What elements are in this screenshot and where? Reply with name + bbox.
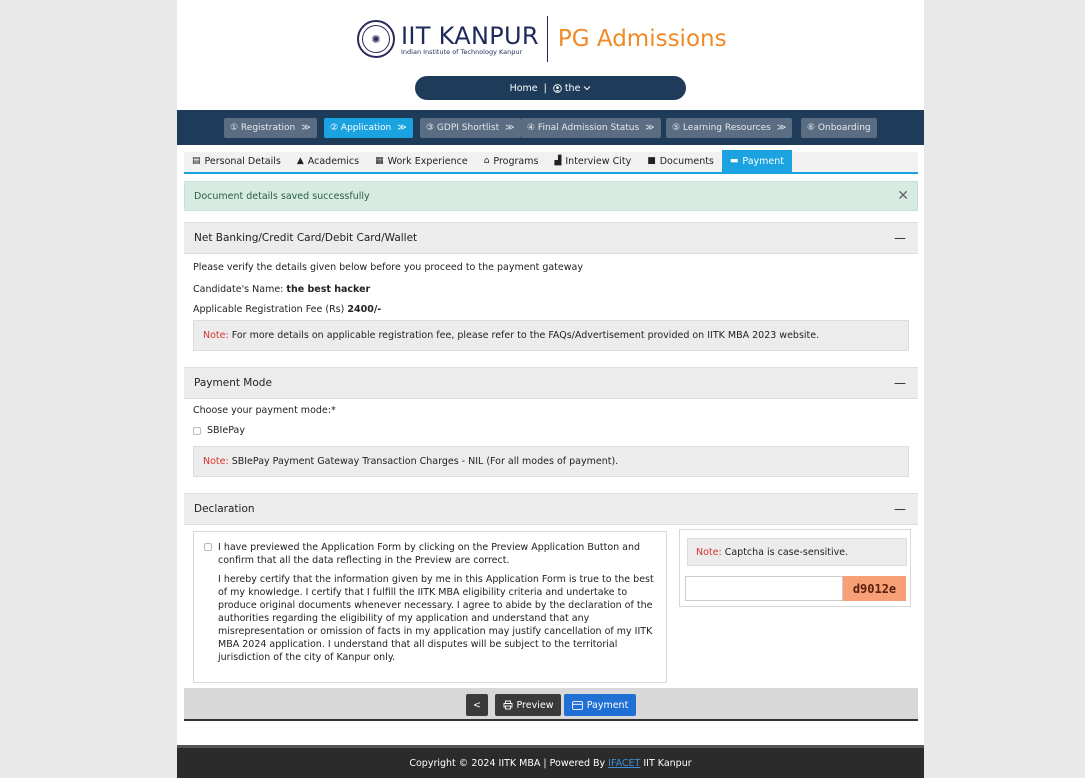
note-text: Captcha is case-sensitive.: [724, 546, 849, 558]
fee-note: Note: For more details on applicable reg…: [193, 320, 909, 351]
step-final-admission-status[interactable]: ④ Final Admission Status ≫: [521, 118, 661, 138]
user-menu[interactable]: the: [553, 83, 592, 94]
briefcase-icon: ▦: [375, 156, 384, 166]
footer-copyright: Copyright © 2024 IITK MBA | Powered By: [409, 757, 606, 769]
graduation-cap-icon: ▲: [296, 156, 304, 166]
captcha-note: Note: Captcha is case-sensitive.: [687, 538, 907, 566]
action-bar: < Preview Payment: [184, 688, 918, 721]
back-button[interactable]: <: [466, 694, 488, 716]
note-text: SBIePay Payment Gateway Transaction Char…: [231, 456, 619, 467]
step-application[interactable]: ② Application ≫: [324, 118, 413, 138]
sbiepay-checkbox[interactable]: [193, 426, 201, 435]
building-icon: ⌂: [483, 156, 490, 166]
tab-personal-details[interactable]: ▤ Personal Details: [184, 150, 289, 172]
note-label: Note:: [696, 546, 722, 558]
page: ✺ IIT KANPUR Indian Institute of Technol…: [177, 0, 924, 778]
credit-card-icon: [571, 700, 583, 710]
footer-ifacet-link[interactable]: IFACET: [608, 758, 640, 769]
double-chevron-right-icon: ≫: [301, 123, 311, 133]
declaration-box: I have previewed the Application Form by…: [193, 531, 667, 683]
user-circle-icon: [553, 83, 562, 93]
captcha-image: d9012e: [843, 576, 906, 601]
note-text: For more details on applicable registrat…: [231, 330, 820, 341]
nav-separator: |: [543, 82, 547, 94]
double-chevron-right-icon: ≫: [505, 123, 515, 133]
captcha-input[interactable]: [685, 576, 843, 601]
step-gdpi-shortlist[interactable]: ③ GDPI Shortlist ≫: [420, 118, 521, 138]
collapse-icon[interactable]: —: [894, 502, 906, 516]
footer-suffix: IIT Kanpur: [643, 757, 692, 769]
double-chevron-right-icon: ≫: [397, 123, 407, 133]
tab-interview-city[interactable]: ▟ Interview City: [546, 150, 639, 172]
verify-text: Please verify the details given below be…: [193, 262, 583, 273]
tab-payment[interactable]: ▬ Payment: [721, 150, 792, 172]
printer-icon: [503, 700, 512, 710]
institute-name: IIT KANPUR: [401, 21, 539, 50]
payment-mode-header[interactable]: Payment Mode —: [184, 367, 918, 399]
tab-programs[interactable]: ⌂ Programs: [476, 150, 547, 172]
iitk-seal-icon: ✺: [357, 20, 395, 58]
city-icon: ▟: [554, 156, 562, 166]
institute-subtitle: Indian Institute of Technology Kanpur: [401, 47, 523, 56]
fee-label: Applicable Registration Fee (Rs): [193, 304, 345, 315]
note-label: Note:: [203, 330, 229, 341]
certify-text: I hereby certify that the information gi…: [218, 574, 654, 663]
header-divider: [546, 16, 548, 62]
id-card-icon: ▤: [192, 156, 201, 166]
user-name: the: [564, 82, 581, 94]
fee-row: Applicable Registration Fee (Rs) 2400/-: [193, 304, 381, 315]
payment-section-header[interactable]: Net Banking/Credit Card/Debit Card/Walle…: [184, 222, 918, 254]
captcha-panel: Note: Captcha is case-sensitive. d9012e: [679, 529, 911, 607]
application-tabs: ▤ Personal Details ▲ Academics ▦ Work Exper…: [184, 150, 918, 174]
step-onboarding[interactable]: ⑥ Onboarding: [801, 118, 877, 138]
collapse-icon[interactable]: —: [894, 231, 906, 245]
preview-button[interactable]: Preview: [495, 694, 561, 716]
section-title: Net Banking/Credit Card/Debit Card/Walle…: [194, 232, 418, 244]
home-link[interactable]: Home: [510, 83, 538, 94]
card-icon: ▬: [729, 156, 739, 166]
payment-button[interactable]: Payment: [564, 694, 636, 716]
success-alert: Document details saved successfully ✕: [184, 181, 918, 211]
collapse-icon[interactable]: —: [894, 376, 906, 390]
section-title: Payment Mode: [194, 377, 272, 389]
sbiepay-label: SBIePay: [207, 425, 245, 436]
top-nav: Home | the: [415, 76, 686, 100]
candidate-name-row: Candidate's Name: the best hacker: [193, 284, 370, 295]
app-title: PG Admissions: [557, 26, 727, 52]
double-chevron-right-icon: ≫: [776, 123, 787, 133]
tab-work-experience[interactable]: ▦ Work Experience: [367, 150, 476, 172]
candidate-label: Candidate's Name:: [193, 284, 284, 295]
preview-confirm-text: I have previewed the Application Form by…: [218, 542, 641, 566]
alert-message: Document details saved successfully: [194, 190, 370, 202]
fee-value: 2400/-: [347, 304, 382, 315]
candidate-name: the best hacker: [286, 284, 371, 295]
logo: ✺ IIT KANPUR Indian Institute of Technol…: [357, 16, 727, 62]
step-learning-resources[interactable]: ⑤ Learning Resources ≫: [666, 118, 793, 138]
section-title: Declaration: [194, 503, 255, 515]
sbiepay-option[interactable]: SBIePay: [193, 425, 245, 436]
declaration-header[interactable]: Declaration —: [184, 493, 918, 525]
choose-mode-label: Choose your payment mode:*: [193, 405, 336, 416]
header: ✺ IIT KANPUR Indian Institute of Technol…: [177, 0, 924, 103]
tab-documents[interactable]: ■ Documents: [639, 150, 722, 172]
note-label: Note:: [203, 456, 229, 467]
folder-icon: ■: [647, 156, 656, 166]
step-registration[interactable]: ① Registration ≫: [224, 118, 317, 138]
gateway-note: Note: SBIePay Payment Gateway Transactio…: [193, 446, 909, 477]
tab-academics[interactable]: ▲ Academics: [289, 150, 367, 172]
close-icon[interactable]: ✕: [897, 188, 909, 204]
double-chevron-right-icon: ≫: [645, 123, 655, 133]
preview-confirm-checkbox[interactable]: [204, 543, 212, 551]
chevron-down-icon: [584, 86, 591, 91]
application-steps: ① Registration ≫ ② Application ≫ ③ GDPI Sh…: [177, 110, 924, 145]
footer: Copyright © 2024 IITK MBA | Powered By I…: [177, 745, 924, 778]
